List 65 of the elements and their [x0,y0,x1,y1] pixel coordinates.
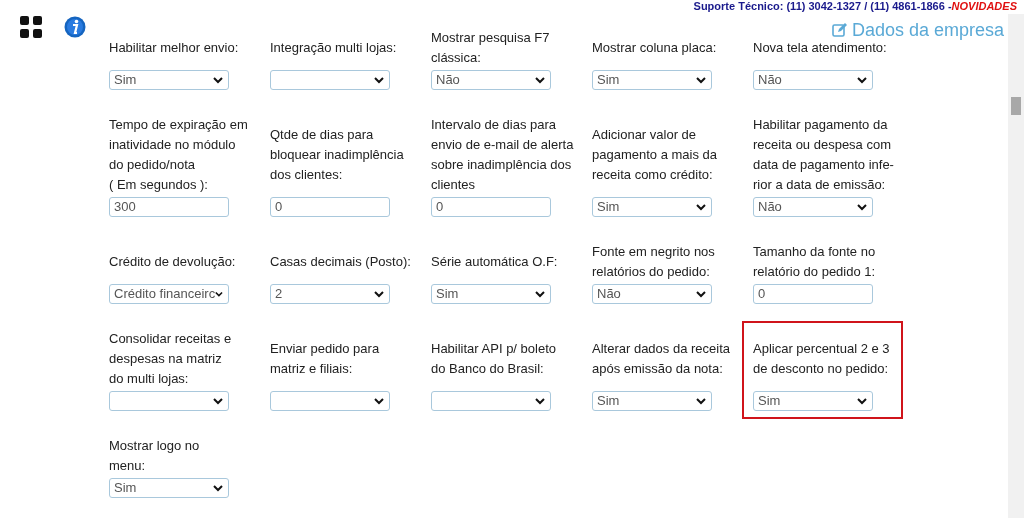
input-field[interactable]: 0 [753,284,873,304]
edit-icon [832,22,848,38]
field-label: Tamanho da fonte no relatório do pedido 1: [753,243,876,281]
chevron-down-icon [535,290,545,298]
field-label: Mostrar pesquisa F7 clássica: [431,29,550,67]
dropdown[interactable] [270,70,390,90]
field-label: Integração multi lojas: [270,39,397,57]
input-field[interactable]: 0 [270,197,390,217]
input-field[interactable]: 300 [109,197,229,217]
chevron-down-icon [374,76,384,84]
chevron-down-icon [857,397,867,405]
chevron-down-icon [213,76,223,84]
field-label: Habilitar API p/ boleto do Banco do Brasil: [431,340,557,378]
field-label: Nova tela atendimento: [753,39,887,57]
field-label: Crédito de devolução: [109,253,236,271]
news-link[interactable]: NOVIDADES [951,0,1017,12]
chevron-down-icon [696,203,706,211]
dropdown[interactable]: 2 [270,284,390,304]
scrollbar-thumb[interactable] [1011,97,1021,115]
dropdown[interactable]: Sim [592,197,712,217]
field-label: Habilitar melhor envio: [109,39,239,57]
dropdown[interactable]: Sim [109,478,229,498]
input-field[interactable]: 0 [431,197,551,217]
dropdown[interactable] [270,391,390,411]
dropdown[interactable]: Não [431,70,551,90]
chevron-down-icon [535,76,545,84]
field-label: Qtde de dias para bloquear inadimplência dos clientes: [270,126,404,184]
field-label: Tempo de expiração em inatividade no módulo do pedido/nota ( Em segundos ): [109,116,248,194]
chevron-down-icon [374,397,384,405]
field-label: Fonte em negrito nos relatórios do pedido: [592,243,715,281]
dropdown[interactable]: Sim [431,284,551,304]
field-label: Adicionar valor de pagamento a mais da receita como crédito: [592,126,718,184]
chevron-down-icon [696,76,706,84]
dropdown[interactable] [431,391,551,411]
field-label: Aplicar percentual 2 e 3 de desconto no pedido: [753,340,890,378]
dropdown[interactable]: Não [753,70,873,90]
info-icon[interactable] [64,16,86,38]
chevron-down-icon [535,397,545,405]
support-phone-text: Suporte Técnico: (11) 3042-1327 / (11) 4861-1866 - [693,0,952,12]
field-label: Casas decimais (Posto): [270,253,411,271]
field-label: Mostrar logo no menu: [109,437,200,475]
chevron-down-icon [213,484,223,492]
field-label: Enviar pedido para matriz e filiais: [270,340,380,378]
field-label: Série automática O.F: [431,253,558,271]
dropdown[interactable]: Sim [109,70,229,90]
dropdown[interactable] [109,391,229,411]
chevron-down-icon [374,290,384,298]
chevron-down-icon [696,290,706,298]
apps-grid-icon[interactable] [20,16,42,38]
dropdown[interactable]: Não [753,197,873,217]
chevron-down-icon [215,290,223,298]
dropdown[interactable]: Sim [592,391,712,411]
field-label: Alterar dados da receita após emissão da nota: [592,340,731,378]
field-label: Consolidar receitas e despesas na matriz do multi lojas: [109,330,232,388]
dropdown[interactable]: Sim [753,391,873,411]
field-label: Habilitar pagamento da receita ou despesa com data de pagamento infe- rior a data de emissão: [753,116,894,194]
chevron-down-icon [857,203,867,211]
chevron-down-icon [213,397,223,405]
chevron-down-icon [696,397,706,405]
chevron-down-icon [857,76,867,84]
dropdown[interactable]: Sim [592,70,712,90]
field-label: Mostrar coluna placa: [592,39,717,57]
dropdown[interactable]: Não [592,284,712,304]
field-label: Intervalo de dias para envio de e-mail de alerta sobre inadimplência dos clientes [431,116,574,194]
dropdown[interactable]: Crédito financeirc [109,284,229,304]
